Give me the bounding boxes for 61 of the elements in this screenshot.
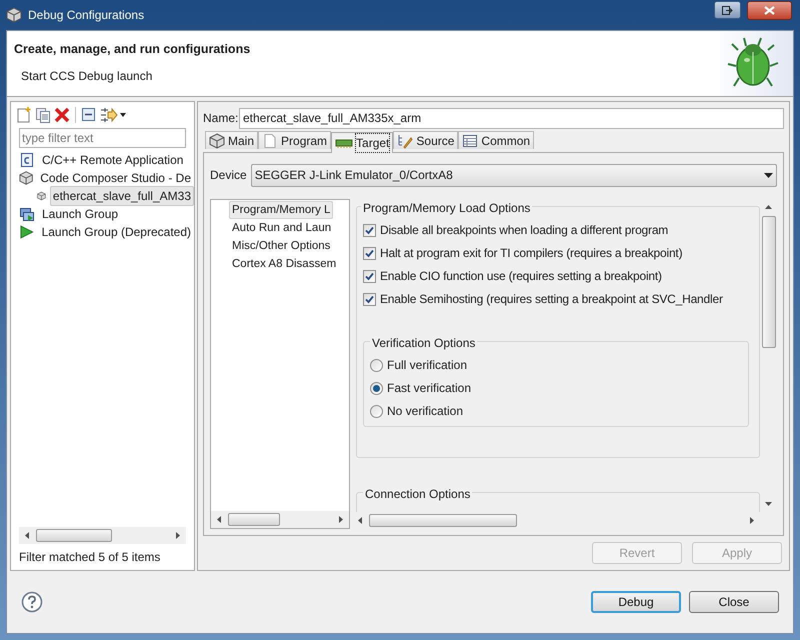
filter-status: Filter matched 5 of 5 items [18, 549, 162, 566]
new-file-icon[interactable] [16, 107, 32, 123]
tree-item[interactable]: ethercat_slave_full_AM33 [50, 186, 194, 206]
device-label: Device [210, 167, 247, 184]
collapse-icon[interactable] [81, 107, 97, 123]
tree-item[interactable]: Launch Group (Deprecated) [38, 222, 194, 242]
category-item[interactable]: Auto Run and Laun [229, 219, 334, 237]
horizontal-scrollbar[interactable] [211, 511, 349, 528]
filter-icon[interactable] [100, 107, 126, 123]
radio-button[interactable] [370, 382, 383, 394]
horizontal-scrollbar[interactable] [19, 527, 186, 544]
device-dropdown[interactable]: SEGGER J-Link Emulator_0/CortxA8 [250, 164, 777, 186]
close-button[interactable] [747, 1, 792, 20]
page-icon [262, 132, 278, 148]
checkbox-label: Enable Semihosting (requires setting a breakpoint at SVC_Handler [380, 291, 723, 308]
tab[interactable]: Source [393, 131, 458, 149]
name-field[interactable]: ethercat_slave_full_AM335x_arm [239, 108, 784, 128]
radio-button[interactable] [370, 404, 383, 418]
window-title: Debug Configurations [28, 7, 144, 24]
checkbox-label: Enable CIO function use (requires setting a breakpoint) [380, 268, 662, 285]
tab[interactable]: Main [205, 131, 258, 149]
help-icon[interactable] [21, 591, 43, 613]
radio-button[interactable] [370, 358, 383, 372]
checkbox[interactable] [363, 246, 376, 260]
tree-item[interactable]: Launch Group [39, 204, 122, 224]
tab[interactable]: Common [458, 131, 534, 149]
name-label: Name: [203, 110, 235, 127]
category-item[interactable]: Misc/Other Options [229, 237, 334, 255]
checkbox[interactable] [363, 224, 376, 236]
cube-icon [6, 7, 22, 23]
radio-label: Full verification [387, 357, 468, 374]
cube-icon [19, 170, 34, 186]
tree-item[interactable]: Code Composer Studio - De [37, 168, 194, 188]
category-item[interactable]: Program/Memory L [229, 201, 334, 219]
header-subtitle: Start CCS Debug launch [20, 68, 154, 85]
cube-icon [209, 132, 225, 148]
header-title: Create, manage, and run configurations [14, 41, 252, 58]
checkbox-label: Halt at program exit for TI compilers (requires a breakpoint) [380, 245, 682, 262]
tab[interactable]: Target [331, 132, 394, 153]
tab[interactable]: Program [258, 131, 332, 149]
delete-icon[interactable] [54, 107, 70, 123]
copy-icon[interactable] [35, 107, 51, 123]
dialog-button[interactable]: Close [689, 591, 779, 613]
restore-icon [722, 6, 733, 14]
category-item[interactable]: Cortex A8 Disassem [229, 255, 340, 273]
tree-item[interactable]: C/C++ Remote Application [39, 150, 186, 170]
table-icon [462, 132, 478, 148]
dialog-button[interactable]: Debug [591, 591, 681, 613]
checkbox[interactable] [363, 270, 376, 282]
windows-icon [19, 206, 35, 222]
play-icon [19, 224, 35, 240]
dropdown-arrow-icon [764, 172, 773, 178]
radio-label: Fast verification [387, 380, 472, 397]
source-icon [397, 132, 414, 148]
checkbox[interactable] [363, 292, 376, 306]
c-file-icon [19, 152, 35, 168]
restore-button[interactable] [714, 1, 741, 19]
radio-label: No verification [387, 403, 464, 420]
checkbox-label: Disable all breakpoints when loading a different program [380, 222, 668, 239]
close-icon [764, 6, 775, 15]
filter-field[interactable]: type filter text [19, 128, 186, 148]
